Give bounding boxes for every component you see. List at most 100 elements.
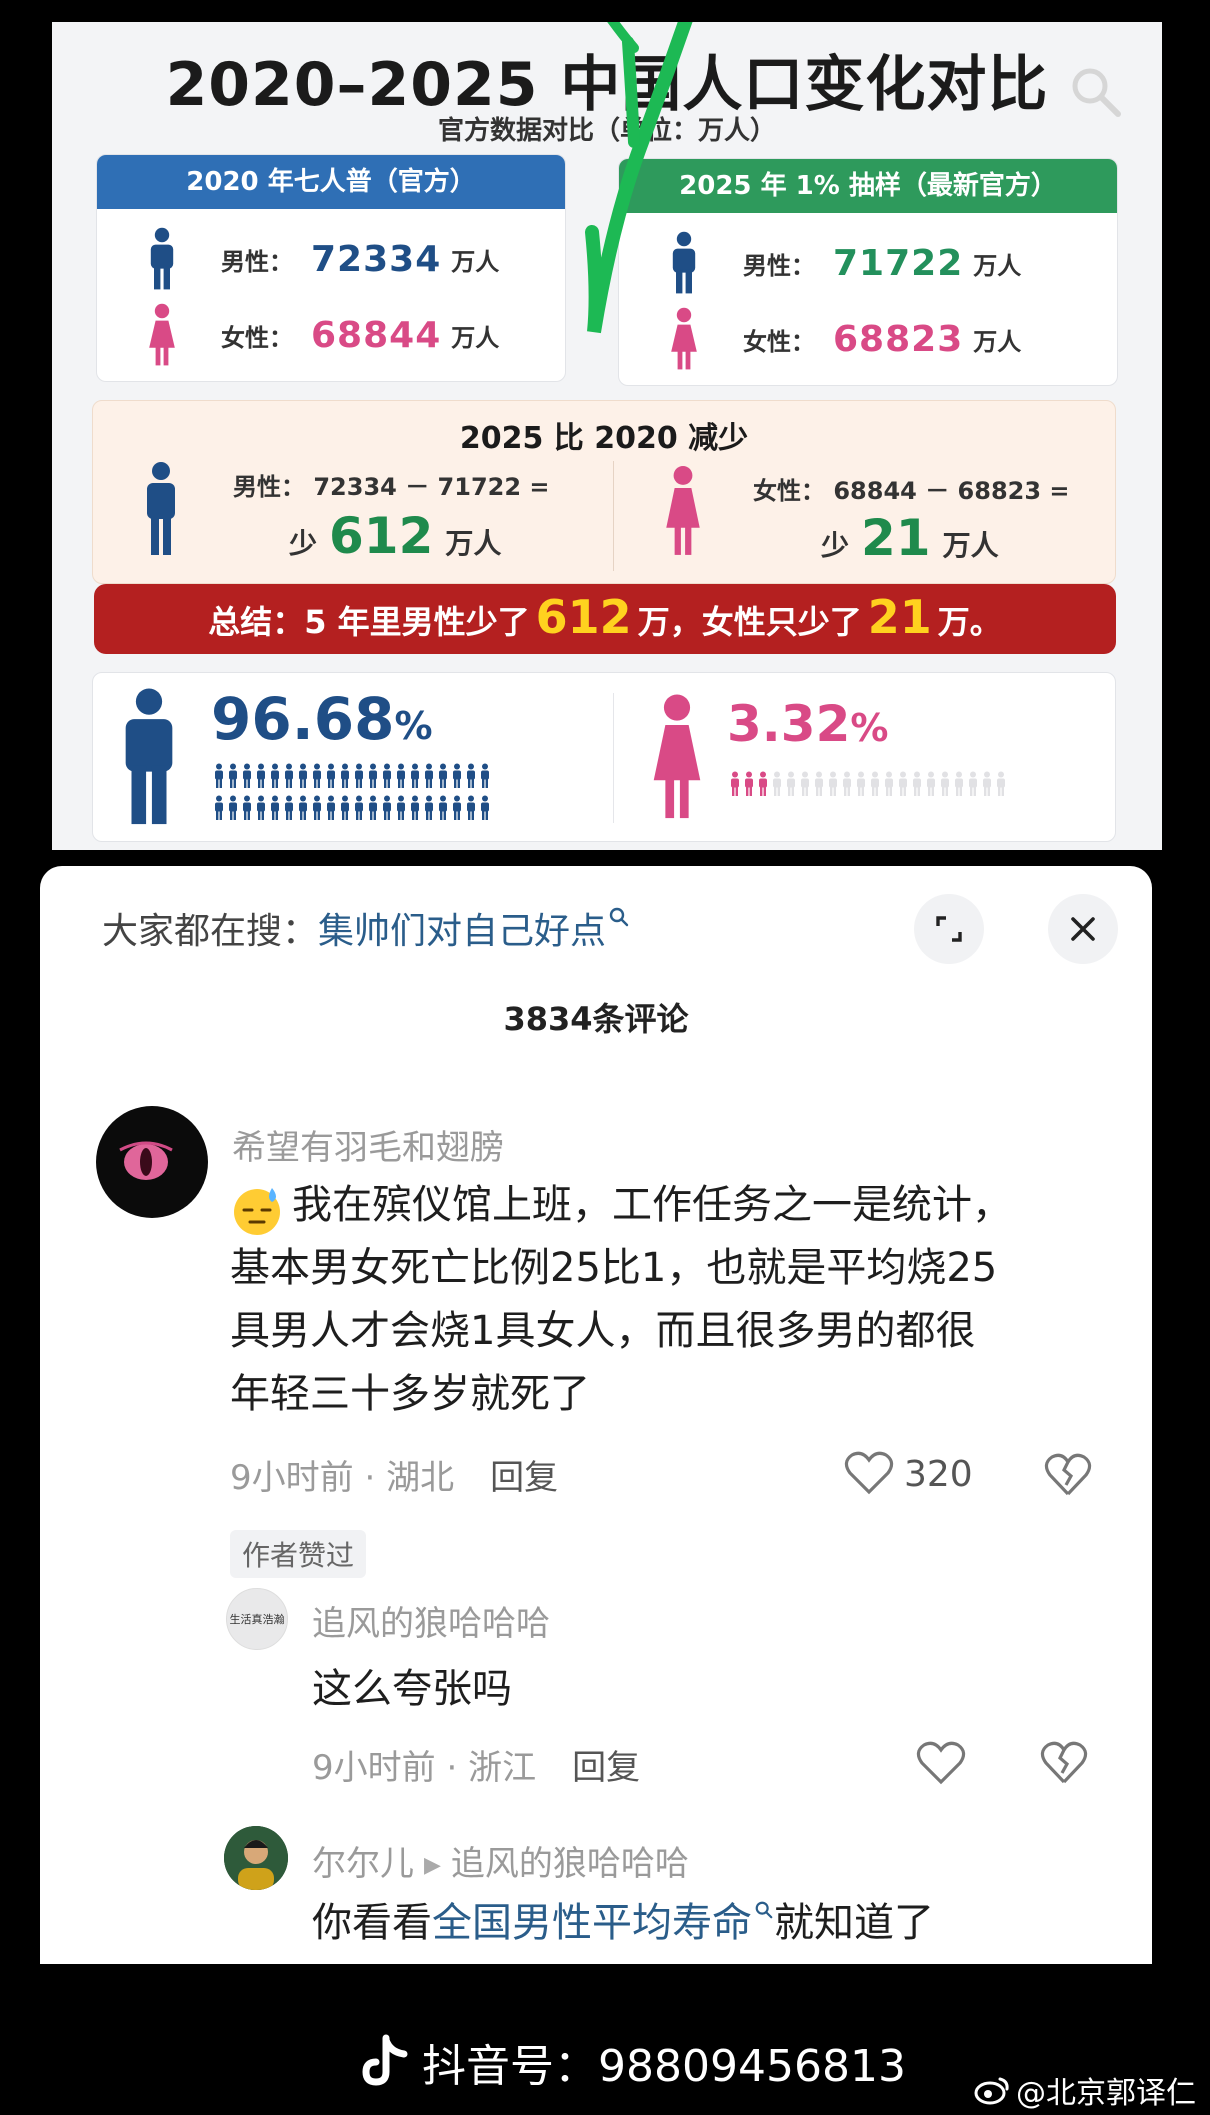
person-pictogram-icon: [257, 795, 265, 820]
heart-icon[interactable]: [916, 1740, 966, 1786]
avatar[interactable]: [96, 1106, 208, 1218]
close-button[interactable]: [1048, 894, 1118, 964]
search-label: 大家都在搜：: [102, 911, 319, 952]
person-pictogram-icon: [285, 763, 293, 788]
card-2020-header: 2020 年七人普（官方）: [97, 155, 565, 209]
person-pictogram-icon: [955, 771, 963, 796]
person-pictogram-icon: [871, 771, 879, 796]
person-pictogram-icon: [397, 763, 405, 788]
person-pictogram-icon: [773, 771, 781, 796]
person-pictogram-icon: [243, 795, 251, 820]
avatar-text: 生活真浩瀚: [229, 1613, 285, 1626]
male-people-row: [213, 763, 491, 789]
like-count: 320: [904, 1454, 973, 1495]
reply-username[interactable]: 追风的狼哈哈哈: [312, 1596, 550, 1645]
reply-author[interactable]: 尔尔儿: [312, 1844, 414, 1884]
male-icon: [147, 462, 175, 555]
female-value: 68823: [833, 318, 964, 360]
unit-label: 万人: [973, 327, 1022, 356]
male-icon: [150, 227, 174, 290]
expand-icon: [936, 916, 962, 942]
search-term-link[interactable]: 集帅们对自己好点: [318, 911, 606, 952]
expand-button[interactable]: [914, 894, 984, 964]
reply-meta: 9小时前 · 浙江 回复: [312, 1748, 641, 1788]
author-liked-badge: 作者赞过: [230, 1530, 367, 1578]
person-pictogram-icon: [843, 771, 851, 796]
reply-username: 尔尔儿 ▶ 追风的狼哈哈哈: [312, 1836, 689, 1885]
trending-search-bar[interactable]: 大家都在搜：集帅们对自己好点: [102, 902, 630, 954]
heart-icon[interactable]: [844, 1450, 894, 1496]
prefix-label: 少: [289, 527, 318, 560]
card-2025-header: 2025 年 1% 抽样（最新官方）: [619, 159, 1117, 213]
weibo-logo-icon: [974, 2077, 1009, 2105]
person-pictogram-icon: [355, 795, 363, 820]
person-pictogram-icon: [215, 763, 223, 788]
female-decrease-result: 少 21 万人: [821, 509, 999, 567]
unit-label: 万人: [973, 251, 1022, 280]
person-pictogram-icon: [787, 771, 795, 796]
person-pictogram-icon: [801, 771, 809, 796]
female-icon: [149, 303, 175, 366]
female-people-row: [729, 771, 1007, 797]
male-icon: [125, 688, 173, 825]
summary-male-number: 612: [535, 590, 632, 644]
reply-target-user[interactable]: 追风的狼哈哈哈: [451, 1844, 689, 1884]
reply-button[interactable]: 回复: [490, 1458, 558, 1498]
reply-text-part: 就知道了: [774, 1900, 934, 1946]
reply-text: 你看看全国男性平均寿命 就知道了: [312, 1892, 934, 1955]
person-pictogram-icon: [467, 795, 475, 820]
weibo-watermark: @北京郭译仁: [974, 2068, 1196, 2112]
person-pictogram-icon: [285, 795, 293, 820]
person-pictogram-icon: [815, 771, 823, 796]
person-pictogram-icon: [369, 763, 377, 788]
avatar[interactable]: 生活真浩瀚: [226, 1588, 288, 1650]
female-percentage: 3.32%: [727, 695, 888, 753]
card-2020-male-row: 男性： 72334 万人: [97, 227, 565, 290]
summary-text: 总结：5 年里男性少了: [208, 603, 530, 641]
close-icon: [1071, 917, 1095, 941]
avatar[interactable]: [224, 1826, 288, 1890]
summary-text: 万。: [937, 603, 1002, 641]
person-pictogram-icon: [453, 763, 461, 788]
person-pictogram-icon: [969, 771, 977, 796]
eye-avatar-image: [119, 1141, 173, 1180]
reply-text-part: 你看看: [312, 1900, 432, 1946]
unit-label: 万人: [451, 247, 500, 276]
reply-button[interactable]: 回复: [572, 1748, 640, 1788]
comment-count: 3834条评论: [503, 1000, 689, 1038]
person-avatar-image: [224, 1826, 288, 1890]
comment-meta: 9小时前 · 湖北 回复: [230, 1458, 559, 1498]
comment-text-line: 年轻三十多岁就死了: [230, 1371, 590, 1417]
comment-time: 9小时前: [230, 1458, 354, 1498]
person-pictogram-icon: [759, 771, 767, 796]
male-decrease-result: 少 612 万人: [289, 507, 501, 565]
person-pictogram-icon: [899, 771, 907, 796]
female-value: 68844: [311, 314, 442, 356]
dislike-broken-heart-icon[interactable]: [1040, 1740, 1088, 1786]
sleepy-emoji-icon: [234, 1188, 280, 1235]
person-pictogram-icon: [857, 771, 865, 796]
male-decrease-equation: 男性： 72334 － 71722 =: [233, 473, 550, 501]
person-pictogram-icon: [467, 763, 475, 788]
weibo-handle: @北京郭译仁: [1016, 2076, 1196, 2111]
male-label: 男性：: [221, 247, 293, 276]
card-2025-male-row: 男性： 71722 万人: [619, 231, 1117, 294]
search-link[interactable]: 全国男性平均寿命: [432, 1900, 752, 1946]
person-pictogram-icon: [271, 763, 279, 788]
person-pictogram-icon: [369, 795, 377, 820]
unit-label: 万人: [445, 527, 502, 560]
person-pictogram-icon: [411, 795, 419, 820]
dislike-broken-heart-icon[interactable]: [1044, 1452, 1092, 1498]
person-pictogram-icon: [425, 763, 433, 788]
person-pictogram-icon: [299, 763, 307, 788]
divider: [613, 461, 614, 571]
person-pictogram-icon: [885, 771, 893, 796]
unit-label: 万人: [942, 529, 999, 562]
person-pictogram-icon: [913, 771, 921, 796]
female-label: 女性：: [221, 323, 293, 352]
decrease-panel: 2025 比 2020 减少 男性： 72334 － 71722 = 少 612…: [92, 400, 1116, 584]
search-icon: [755, 1901, 773, 1919]
comment-username[interactable]: 希望有羽毛和翅膀: [232, 1120, 504, 1169]
douyin-id: 抖音号：98809456813: [422, 2041, 906, 2092]
person-pictogram-icon: [983, 771, 991, 796]
